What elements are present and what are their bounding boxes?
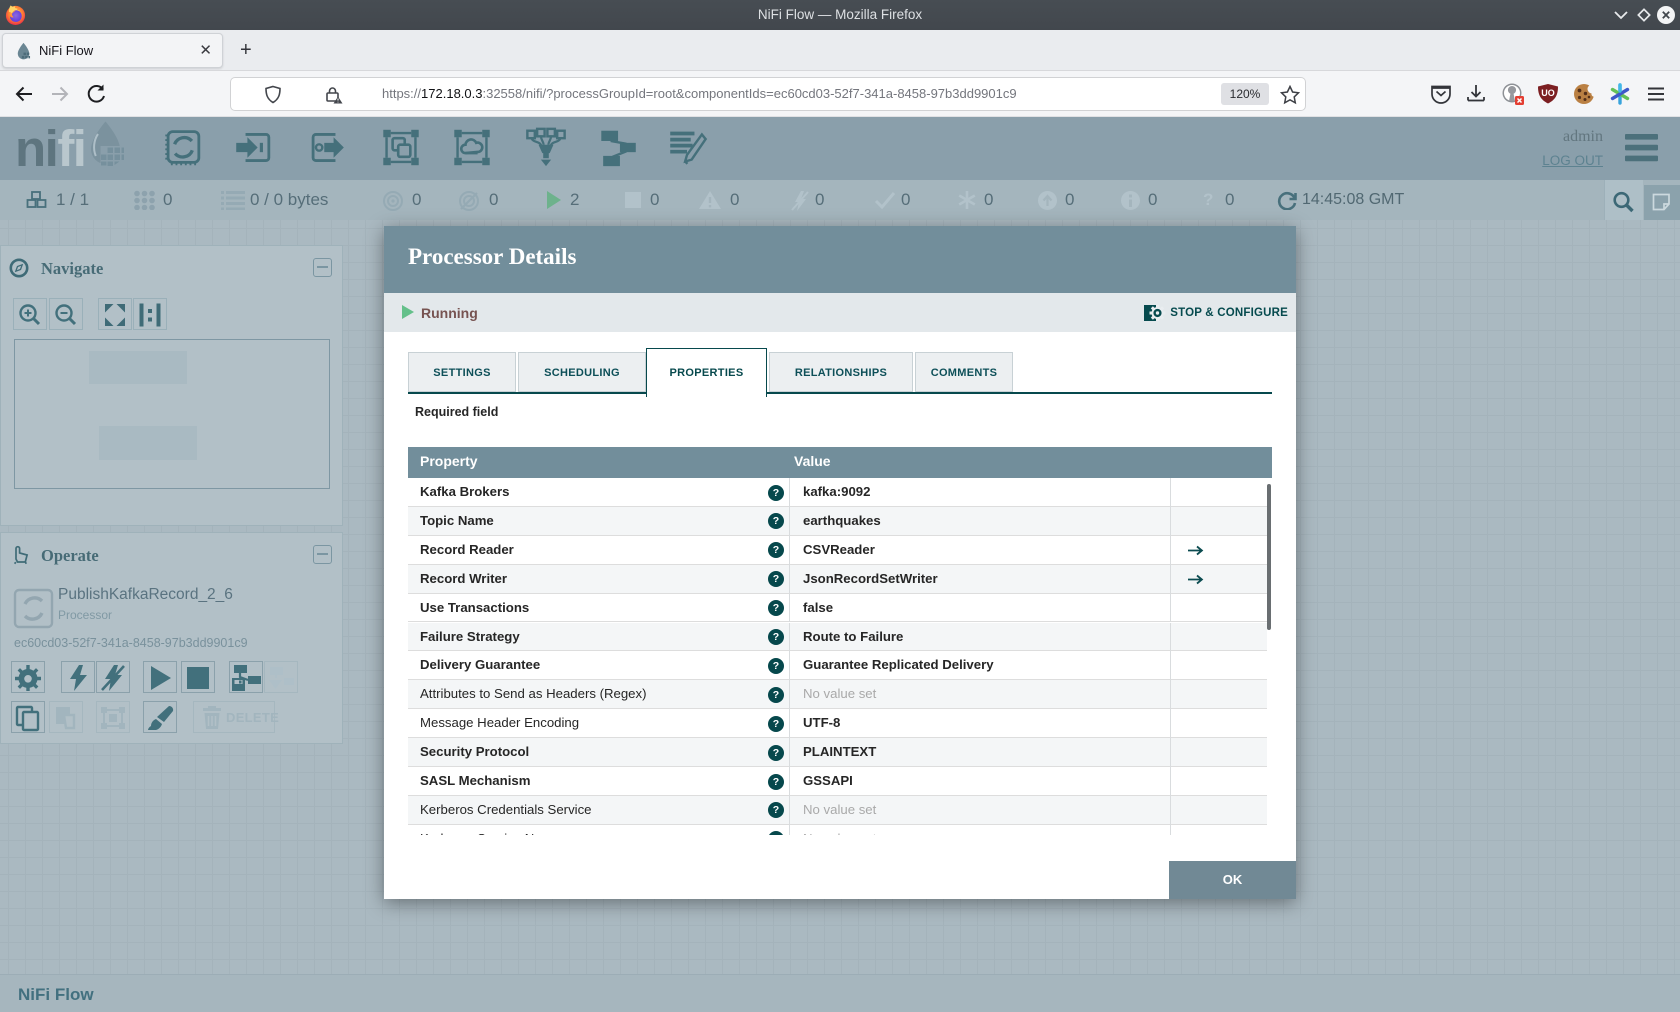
svg-text:UO: UO xyxy=(1541,88,1555,98)
